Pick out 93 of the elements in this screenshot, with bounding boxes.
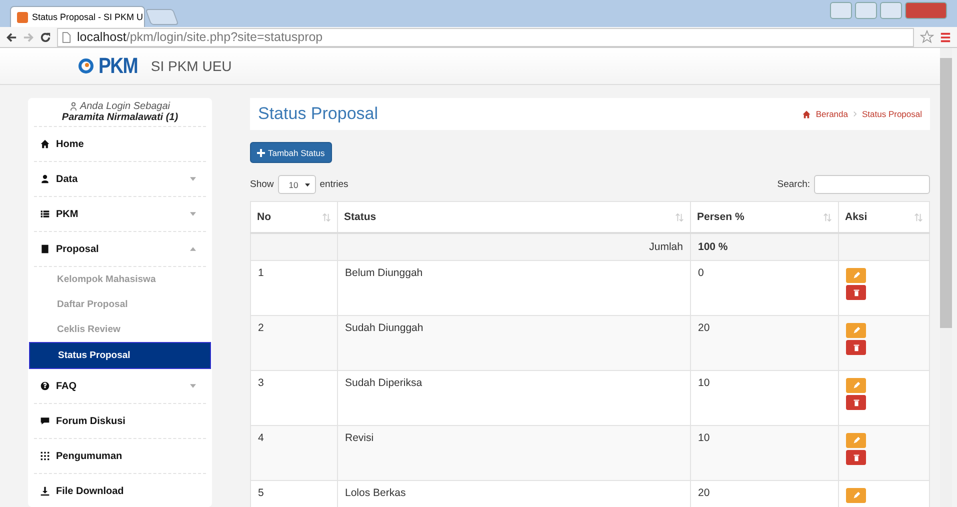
sort-icon[interactable] [322, 212, 331, 222]
menu-icon[interactable] [940, 32, 951, 42]
maximize-button[interactable] [880, 2, 902, 19]
sidebar-item[interactable]: Pengumuman [34, 439, 206, 474]
edit-button[interactable] [846, 378, 866, 393]
address-bar[interactable]: localhost/pkm/login/site.php?site=statusprop [57, 28, 914, 46]
sidebar-item[interactable]: File Download [34, 474, 206, 507]
pencil-icon [852, 326, 860, 335]
browser-tab[interactable]: Status Proposal - SI PKM U [10, 6, 145, 27]
site-icon [17, 12, 28, 22]
pencil-icon [852, 491, 860, 500]
chevron-icon [852, 111, 857, 117]
table-cell: 2 [250, 316, 338, 370]
book-icon [40, 244, 50, 254]
trash-icon [852, 453, 860, 462]
table-cell: 20 [690, 316, 838, 370]
trash-icon [852, 288, 860, 297]
show-label: Show [250, 179, 274, 190]
home-icon [802, 110, 811, 118]
delete-button[interactable] [846, 395, 866, 410]
edit-button[interactable] [846, 488, 866, 503]
sidebar-item[interactable]: PKM [34, 197, 206, 232]
list-icon [40, 209, 50, 219]
table-cell: 1 [250, 260, 338, 316]
entries-label: entries [320, 179, 348, 190]
caret-icon [190, 247, 196, 251]
trash-icon [852, 343, 860, 352]
sort-icon[interactable] [823, 212, 832, 222]
question-icon [40, 381, 50, 391]
table-cell: Jumlah [338, 233, 690, 260]
reload-icon[interactable] [40, 32, 51, 42]
forward-icon[interactable] [23, 32, 34, 42]
table-cell: Sudah Diperiksa [338, 370, 690, 426]
table-cell: Sudah Diunggah [338, 316, 690, 370]
table-cell: 4 [250, 426, 338, 480]
search-field[interactable] [814, 175, 930, 194]
sidebar-item[interactable]: FAQ [34, 369, 206, 404]
submenu-item[interactable]: Status Proposal [29, 342, 211, 369]
edit-button[interactable] [846, 268, 866, 283]
star-icon[interactable] [920, 30, 934, 44]
sidebar-item[interactable]: Forum Diskusi [34, 404, 206, 439]
table-cell: Belum Diunggah [338, 260, 690, 316]
scrollbar-thumb[interactable] [940, 58, 952, 328]
pencil-icon [852, 436, 860, 445]
table-cell: 100 % [690, 233, 838, 260]
logo[interactable]: PKM [78, 53, 141, 79]
table-cell: 10 [690, 426, 838, 480]
back-icon[interactable] [6, 32, 17, 42]
breadcrumb-link[interactable]: Beranda [816, 109, 848, 119]
table-cell: Lolos Berkas [338, 480, 690, 507]
minimize-button[interactable] [855, 2, 877, 19]
table-cell: 5 [250, 480, 338, 507]
column-header[interactable]: Persen % [690, 202, 838, 233]
table-cell: 3 [250, 370, 338, 426]
add-status-button[interactable]: Tambah Status [250, 142, 332, 163]
column-header[interactable]: Status [338, 202, 690, 233]
trash-icon [852, 398, 860, 407]
new-tab-button[interactable] [145, 9, 179, 25]
page-size-select[interactable]: 10 [278, 175, 316, 194]
table-cell: 0 [690, 260, 838, 316]
pencil-icon [852, 271, 860, 280]
breadcrumb-link[interactable]: Status Proposal [862, 109, 922, 119]
sidebar-item[interactable]: Data [34, 162, 206, 197]
download-icon [40, 486, 50, 496]
caret-icon [190, 177, 196, 181]
login-label: Anda Login Sebagai [80, 101, 170, 112]
table-cell: 20 [690, 480, 838, 507]
sort-icon[interactable] [675, 212, 684, 222]
dropdown-caret-icon [304, 182, 310, 186]
table-cell: 10 [690, 370, 838, 426]
caret-icon [190, 384, 196, 388]
search-label: Search: [777, 179, 810, 190]
grid-icon [40, 451, 50, 461]
home-icon [40, 139, 50, 149]
column-header[interactable]: Aksi [838, 202, 930, 233]
user-name: Paramita Nirmalawati (1) [62, 112, 178, 123]
delete-button[interactable] [846, 340, 866, 355]
page-title: Status Proposal [258, 104, 378, 124]
close-button[interactable] [905, 2, 947, 19]
comment-icon [40, 416, 50, 426]
delete-button[interactable] [846, 285, 866, 300]
edit-button[interactable] [846, 323, 866, 338]
edit-button[interactable] [846, 433, 866, 448]
sidebar-item[interactable]: Proposal [34, 232, 206, 267]
pencil-icon [852, 381, 860, 390]
delete-button[interactable] [846, 450, 866, 465]
table-cell: Revisi [338, 426, 690, 480]
sort-icon[interactable] [914, 212, 923, 222]
column-header[interactable]: No [250, 202, 338, 233]
caret-icon [190, 212, 196, 216]
plus-icon [257, 148, 265, 156]
sidebar-item[interactable]: Home [34, 127, 206, 162]
site-title[interactable]: SI PKM UEU [150, 58, 232, 74]
